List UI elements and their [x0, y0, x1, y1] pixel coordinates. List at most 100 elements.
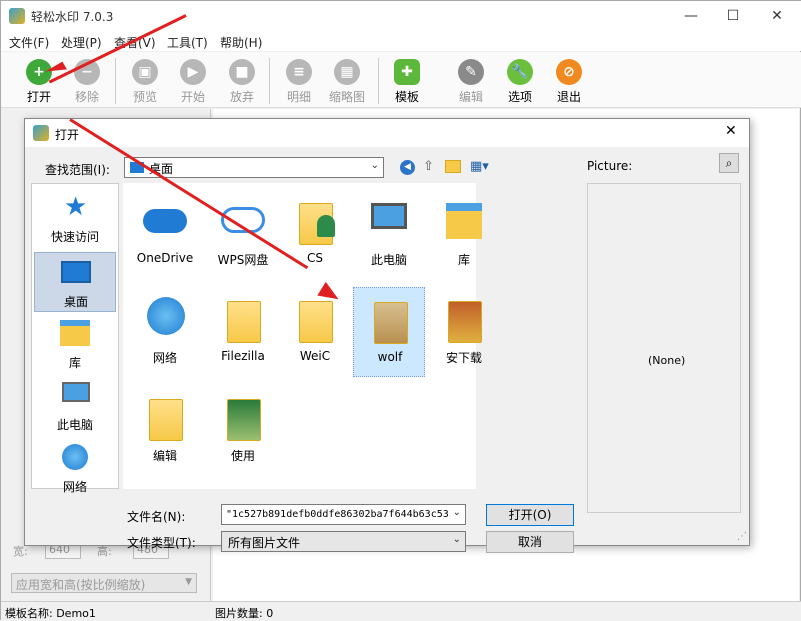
look-in-label: 查找范围(I):: [45, 163, 110, 177]
puzzle-icon: ✚: [394, 59, 420, 85]
zoom-preview-icon[interactable]: ⌕: [719, 153, 739, 173]
open-confirm-button[interactable]: 打开(O): [486, 504, 574, 526]
start-button[interactable]: ▶ 开始: [171, 55, 215, 107]
up-folder-icon[interactable]: ⇧: [423, 159, 439, 175]
folder-icon: [227, 301, 261, 343]
toolbar-separator: [269, 58, 270, 104]
template-name-status: 模板名称: Demo1: [5, 607, 96, 620]
chevron-down-icon: ▼: [185, 577, 192, 587]
library-icon: [60, 320, 90, 346]
folder-icon: [149, 399, 183, 441]
library-icon: [446, 203, 482, 239]
new-folder-icon[interactable]: [445, 160, 461, 173]
image-folder-icon: [374, 302, 408, 344]
desktop-icon: [61, 261, 91, 283]
toolbar-separator: [115, 58, 116, 104]
template-button[interactable]: ✚ 模板: [385, 55, 429, 107]
image-count-status: 图片数量: 0: [215, 607, 274, 620]
detail-icon: ≡: [286, 59, 312, 85]
filetype-value: 所有图片文件: [228, 536, 301, 550]
file-item-this-pc[interactable]: 此电脑: [353, 189, 425, 279]
user-avatar-icon: [317, 215, 335, 237]
computer-icon: [62, 382, 90, 402]
file-item-wolf[interactable]: wolf: [353, 287, 425, 377]
file-item-wps[interactable]: WPS网盘: [207, 189, 279, 279]
picture-label: Picture:: [587, 159, 633, 173]
menu-file[interactable]: 文件(F): [9, 34, 49, 51]
minimize-icon[interactable]: —: [681, 6, 701, 26]
pencil-icon: ✎: [458, 59, 484, 85]
cloud-icon: [143, 209, 187, 233]
filename-input[interactable]: "1c527b891defb0ddfe86302ba7f644b63c53 ⌄: [221, 504, 466, 525]
thumbnail-button[interactable]: ▦ 缩略图: [325, 55, 369, 107]
app-title: 轻松水印 7.0.3: [31, 10, 114, 24]
menu-process[interactable]: 处理(P): [61, 34, 102, 51]
abort-button[interactable]: ■ 放弃: [220, 55, 264, 107]
open-file-dialog: 打开 ✕ 查找范围(I): 桌面 ⌄ ◀ ⇧ ▦▾ ★ 快速访问 桌面 库 此电…: [24, 118, 750, 553]
file-item-anxz[interactable]: 安下载: [428, 287, 500, 377]
status-bar: 模板名称: Demo1 图片数量: 0: [1, 601, 801, 621]
toolbar: + 打开 − 移除 ▣ 预览 ▶ 开始 ■ 放弃 ≡ 明细 ▦ 缩略图 ✚ 模板…: [1, 52, 801, 135]
chevron-down-icon: ⌄: [452, 507, 461, 518]
filetype-label: 文件类型(T):: [127, 536, 196, 550]
place-quick-access[interactable]: ★ 快速访问: [34, 188, 116, 248]
filetype-select[interactable]: 所有图片文件 ⌄: [221, 531, 466, 552]
toolbar-separator: [378, 58, 379, 104]
file-item-network[interactable]: 网络: [129, 287, 201, 377]
dialog-close-icon[interactable]: ✕: [725, 123, 737, 139]
look-in-combo[interactable]: 桌面 ⌄: [124, 157, 384, 178]
computer-icon: [371, 203, 407, 229]
file-list: OneDrive WPS网盘 CS 此电脑 库 网络 Filezilla Wei…: [123, 183, 482, 489]
exit-button[interactable]: ⊘ 退出: [547, 55, 591, 107]
back-icon[interactable]: ◀: [400, 160, 415, 175]
resize-mode-select[interactable]: 应用宽和高(按比例缩放) ▼: [11, 573, 197, 593]
places-bar: ★ 快速访问 桌面 库 此电脑 网络: [31, 183, 119, 494]
preview-icon: ▣: [132, 59, 158, 85]
title-bar: 轻松水印 7.0.3 — ☐ ✕: [1, 1, 801, 31]
cancel-button[interactable]: 取消: [486, 531, 574, 553]
file-item-use[interactable]: 使用: [207, 385, 279, 475]
exit-icon: ⊘: [556, 59, 582, 85]
network-icon: [147, 297, 185, 335]
dialog-app-icon: [33, 125, 49, 141]
file-item-edit[interactable]: 编辑: [129, 385, 201, 475]
wrench-icon: 🔧: [507, 59, 533, 85]
network-icon: [62, 444, 88, 470]
star-icon: ★: [64, 192, 88, 222]
resize-mode-value: 应用宽和高(按比例缩放): [16, 578, 146, 592]
play-icon: ▶: [180, 59, 206, 85]
chevron-down-icon: ⌄: [452, 534, 461, 545]
maximize-icon[interactable]: ☐: [723, 6, 743, 26]
close-icon[interactable]: ✕: [767, 6, 787, 26]
file-item-weic[interactable]: WeiC: [279, 287, 351, 377]
edit-button[interactable]: ✎ 编辑: [449, 55, 493, 107]
place-desktop[interactable]: 桌面: [34, 252, 116, 312]
stop-icon: ■: [229, 59, 255, 85]
menu-help[interactable]: 帮助(H): [220, 34, 262, 51]
folder-icon: [299, 301, 333, 343]
filename-value: "1c527b891defb0ddfe86302ba7f644b63c53: [226, 509, 449, 520]
image-folder-icon: [227, 399, 261, 441]
chevron-down-icon: ⌄: [370, 160, 379, 171]
picture-none-text: (None): [648, 354, 686, 367]
view-menu-icon[interactable]: ▦▾: [470, 159, 489, 174]
file-item-library[interactable]: 库: [428, 189, 500, 279]
file-item-onedrive[interactable]: OneDrive: [129, 189, 201, 279]
options-button[interactable]: 🔧 选项: [498, 55, 542, 107]
image-folder-icon: [448, 301, 482, 343]
place-network[interactable]: 网络: [34, 438, 116, 498]
place-this-pc[interactable]: 此电脑: [34, 376, 116, 436]
app-logo-icon: [9, 8, 25, 24]
file-item-filezilla[interactable]: Filezilla: [207, 287, 279, 377]
file-item-cs[interactable]: CS: [279, 189, 351, 279]
dialog-title: 打开: [55, 128, 80, 142]
thumbnail-icon: ▦: [334, 59, 360, 85]
resize-grip-icon[interactable]: ⋰: [737, 531, 747, 542]
detail-button[interactable]: ≡ 明细: [277, 55, 321, 107]
dialog-body: 查找范围(I): 桌面 ⌄ ◀ ⇧ ▦▾ ★ 快速访问 桌面 库 此电脑 网络 …: [25, 147, 749, 553]
menu-tools[interactable]: 工具(T): [167, 34, 208, 51]
place-library[interactable]: 库: [34, 314, 116, 374]
preview-button[interactable]: ▣ 预览: [123, 55, 167, 107]
dialog-title-bar: 打开 ✕: [25, 119, 749, 147]
filename-label: 文件名(N):: [127, 510, 186, 524]
